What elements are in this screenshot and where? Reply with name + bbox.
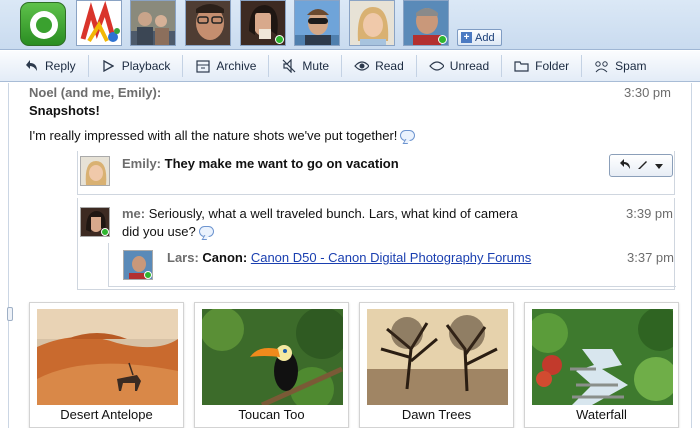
trees-photo [367,309,508,405]
online-indicator [101,228,109,236]
reply-icon [24,59,39,73]
playback-label: Playback [121,59,171,73]
participant-avatar[interactable] [349,0,395,46]
reply-time: 3:37 pm [627,250,674,265]
wave-logo-icon[interactable] [20,2,66,46]
participant-avatar[interactable] [130,0,176,46]
eye-icon [354,59,370,73]
spam-button[interactable]: Spam [582,55,658,77]
reply-label: Reply [45,59,76,73]
reply-text-2: did you use? [122,224,196,239]
archive-label: Archive [216,59,257,73]
thumbnail-caption: Toucan Too [238,407,305,422]
reply-blip: Emily: They make me want to go on vacati… [77,151,675,195]
blip-actions-button[interactable] [609,154,673,177]
avatar [80,207,110,237]
reply-button[interactable]: Reply [0,55,89,77]
wave-header: Noel (and me, Emily): [29,85,162,100]
playback-button[interactable]: Playback [89,55,184,77]
spam-icon [594,59,609,73]
reply-text: They make me want to go on vacation [164,156,399,171]
participant-avatar[interactable] [240,0,286,46]
wave-body-text: I'm really impressed with all the nature… [29,128,398,143]
folder-icon [514,59,529,73]
thumbnail[interactable]: Waterfall [524,302,679,428]
unread-label: Unread [449,59,490,73]
reply-author: me: [122,206,146,221]
reply-icon [619,158,631,173]
archive-button[interactable]: Archive [183,55,270,77]
mute-button[interactable]: Mute [269,55,343,77]
wave-toolbar: Reply Playback Archive Mute Read Unread [0,51,700,82]
unread-button[interactable]: Unread [417,55,503,77]
reply-blip: me: Seriously, what a well traveled bunc… [77,198,676,290]
nested-reply-blip: Lars: Canon: Canon D50 - Canon Digital P… [108,243,676,287]
wave-body: I'm really impressed with all the nature… [29,128,416,143]
resize-handle[interactable] [7,307,13,321]
wave-header-time: 3:30 pm [624,85,671,100]
archive-icon [195,59,210,73]
inline-reply-icon[interactable] [400,130,416,141]
reply-line: Emily: They make me want to go on vacati… [122,156,399,171]
toucan-photo [202,309,343,405]
participant-avatar[interactable] [294,0,340,46]
add-participant-button[interactable]: + Add [457,29,502,46]
thumbnail[interactable]: Dawn Trees [359,302,514,428]
reply-author: Emily: [122,156,162,171]
thumbnail[interactable]: Desert Antelope [29,302,184,428]
waterfall-photo [532,309,673,405]
folder-button[interactable]: Folder [502,55,583,77]
reply-time: 3:39 pm [626,206,673,221]
gadget-icon[interactable] [76,0,122,46]
reply-line: me: Seriously, what a well traveled bunc… [122,206,592,221]
online-indicator [275,35,284,44]
avatar [123,250,153,280]
reply-text: Seriously, what a well traveled bunch. L… [148,206,518,221]
forum-link[interactable]: Canon D50 - Canon Digital Photography Fo… [251,250,531,265]
unread-icon [428,59,444,73]
reply-line-2: did you use? [122,224,214,239]
spam-label: Spam [615,59,647,73]
online-indicator [438,35,447,44]
reply-author: Lars: [167,250,199,265]
participant-avatar[interactable] [403,0,449,46]
thumbnail-caption: Waterfall [576,407,627,422]
plus-icon: + [461,32,472,43]
reply-text: Canon: [202,250,248,265]
online-indicator [144,271,152,279]
wave-title: Snapshots! [29,103,100,118]
inline-reply-icon[interactable] [198,226,214,237]
participant-avatar[interactable] [185,0,231,46]
reply-line: Lars: Canon: Canon D50 - Canon Digital P… [167,250,531,265]
playback-icon [101,59,116,73]
thumbnail-caption: Dawn Trees [401,407,472,422]
pencil-icon [637,158,649,173]
wave-content: Noel (and me, Emily): 3:30 pm Snapshots!… [7,83,692,428]
mute-label: Mute [302,59,330,73]
thumbnail-caption: Desert Antelope [60,407,153,422]
read-label: Read [375,59,404,73]
avatar [80,156,110,186]
photo-gallery: Desert Antelope Toucan Too Dawn Trees Wa… [26,302,686,428]
participants-bar: + Add [0,0,700,50]
mute-icon [281,59,296,73]
chevron-down-icon [655,159,663,173]
folder-label: Folder [535,59,570,73]
add-label: Add [475,31,495,44]
thumbnail[interactable]: Toucan Too [194,302,349,428]
desert-photo [37,309,178,405]
read-button[interactable]: Read [342,55,417,77]
